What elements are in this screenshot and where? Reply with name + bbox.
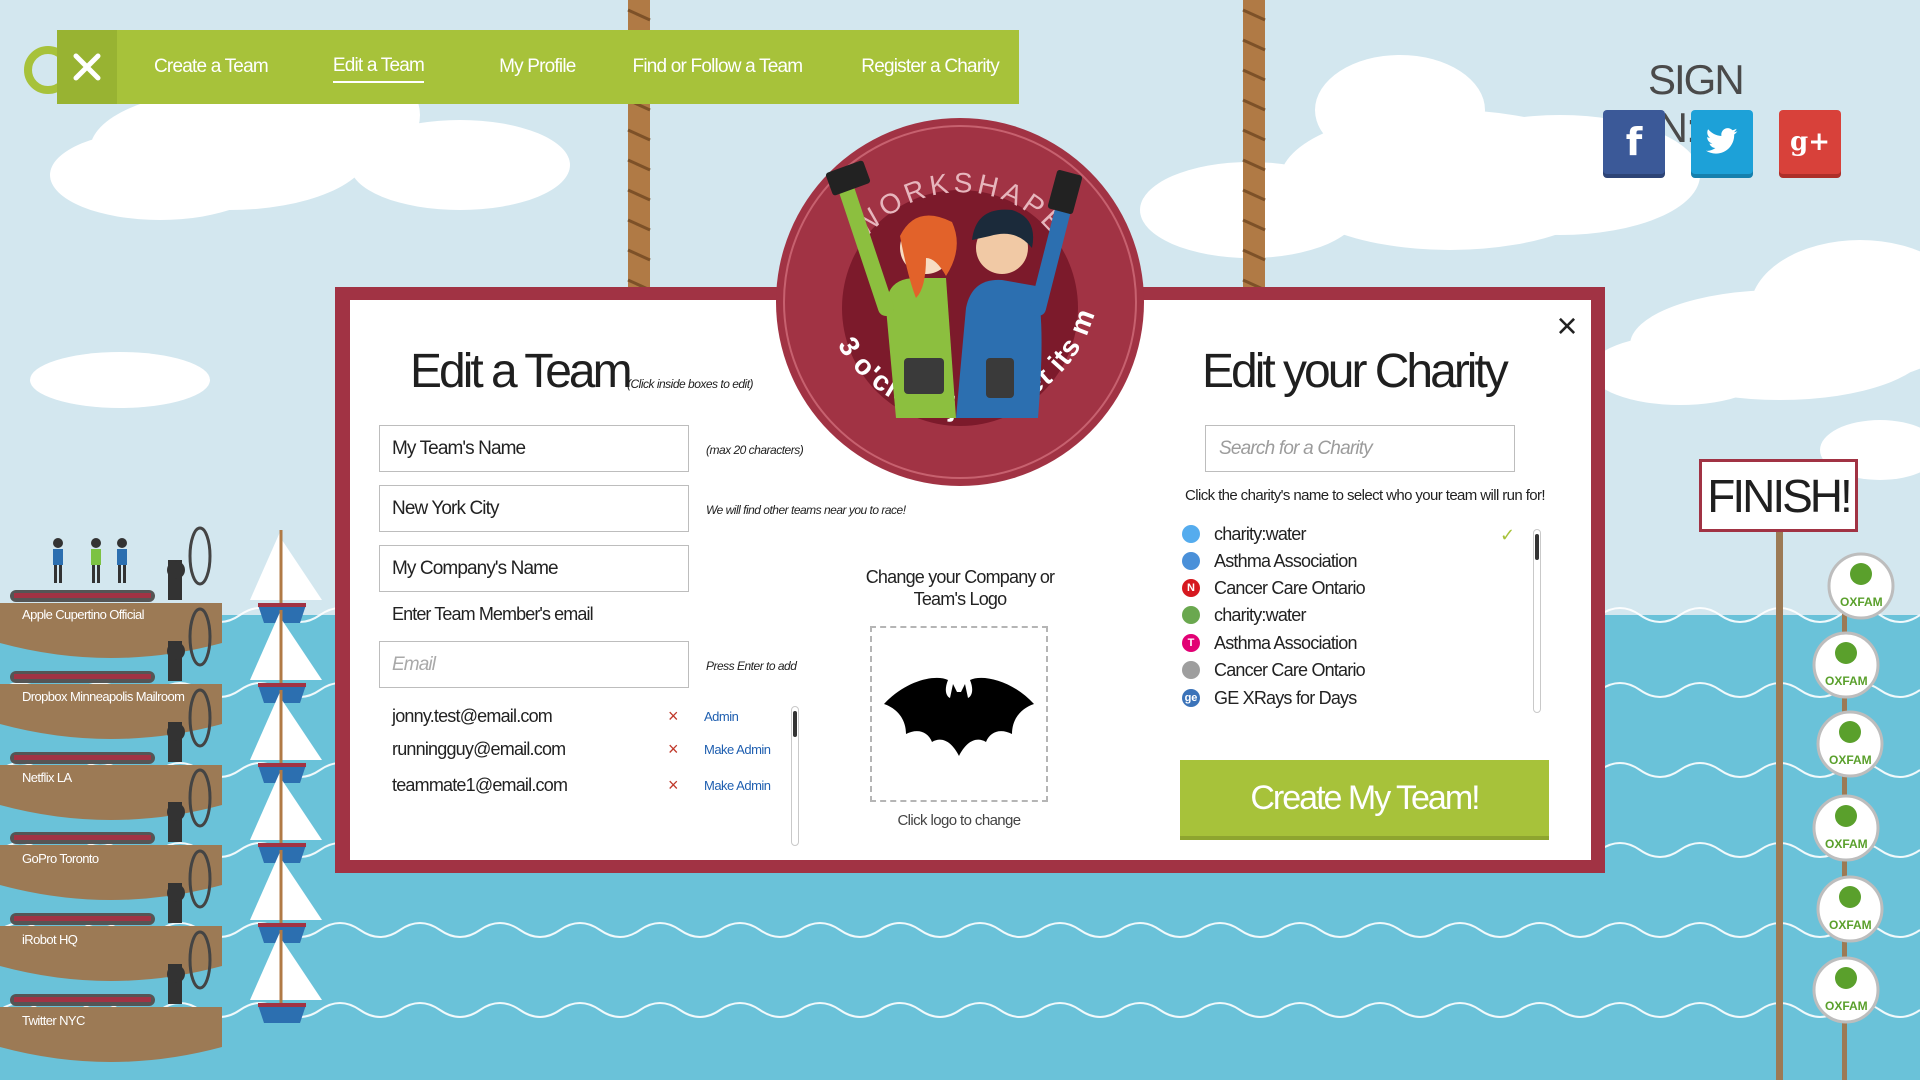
charity-instructions: Click the charity's name to select who y… <box>1185 487 1546 504</box>
member-email: jonny.test@email.com <box>392 706 553 726</box>
charity-name: Cancer Care Ontario <box>1214 659 1366 680</box>
members-scrollbar[interactable] <box>791 706 799 846</box>
edit-team-heading: Edit a Team <box>410 345 633 398</box>
ge-icon: ge <box>1182 689 1200 707</box>
selected-check-icon: ✓ <box>1500 525 1516 545</box>
oxfam-label: OXFAM <box>1829 753 1872 767</box>
charity-scrollbar-thumb[interactable] <box>1535 534 1539 560</box>
charity-name: GE XRays for Days <box>1214 687 1357 708</box>
nav-register-charity[interactable]: Register a Charity <box>861 52 999 82</box>
team-city-input[interactable]: New York City <box>379 485 689 532</box>
twitter-signin-button[interactable] <box>1691 110 1753 174</box>
team-name-hint: (max 20 characters) <box>706 443 804 457</box>
dropbox-icon <box>1182 552 1200 570</box>
oxfam-label: OXFAM <box>1825 999 1868 1013</box>
nav-edit-team[interactable]: Edit a Team <box>332 51 425 83</box>
nav-find-follow-team[interactable]: Find or Follow a Team <box>633 52 804 82</box>
member-email: teammate1@email.com <box>392 775 568 795</box>
nav-close-button[interactable] <box>57 30 117 104</box>
facebook-icon: f <box>1625 120 1643 164</box>
team-logo-upload[interactable] <box>870 626 1048 802</box>
edit-team-title: Edit a Team <box>410 344 633 399</box>
team-label-dropbox[interactable]: Dropbox Minneapolis Mailroom <box>22 689 185 704</box>
close-icon <box>73 53 101 81</box>
company-name-input[interactable]: My Company's Name <box>379 545 689 592</box>
team-members-label: Enter Team Member's email <box>392 604 594 624</box>
edit-charity-title: Edit your Charity <box>1202 345 1509 398</box>
fitbit-icon <box>1182 606 1200 624</box>
create-my-team-button[interactable]: Create My Team! <box>1180 760 1549 836</box>
oxfam-label: OXFAM <box>1829 918 1872 932</box>
google-plus-signin-button[interactable]: g+ <box>1779 110 1841 174</box>
member-email-hint: Press Enter to add <box>706 659 797 673</box>
charity-name: charity:water <box>1214 523 1306 544</box>
remove-member-button[interactable]: × <box>668 775 679 796</box>
member-email: runningguy@email.com <box>392 739 566 759</box>
modal-close-button[interactable]: × <box>1550 306 1584 346</box>
facebook-signin-button[interactable]: f <box>1603 110 1665 174</box>
logo-change-title: Change your Company or Team's Logo <box>865 567 1055 609</box>
charity-item[interactable]: N Cancer Care Ontario <box>1182 575 1542 601</box>
nav-create-team[interactable]: Create a Team <box>154 52 269 82</box>
charity-search-input[interactable]: Search for a Charity <box>1205 425 1515 472</box>
oxfam-label: OXFAM <box>1840 595 1883 609</box>
team-label-netflix[interactable]: Netflix LA <box>22 770 72 785</box>
team-name-input[interactable]: My Team's Name <box>379 425 689 472</box>
twitter-icon <box>1705 128 1738 154</box>
batman-logo-icon <box>884 677 1034 756</box>
team-label-twitter[interactable]: Twitter NYC <box>22 1013 85 1028</box>
edit-team-title-hint: (Click inside boxes to edit) <box>627 377 754 391</box>
remove-member-button[interactable]: × <box>668 706 679 727</box>
charity-name: Cancer Care Ontario <box>1214 577 1366 598</box>
charity-item[interactable]: Asthma Association <box>1182 548 1542 574</box>
top-navigation: Create a Team Edit a Team My Profile Fin… <box>57 30 1019 104</box>
google-plus-icon: g+ <box>1790 127 1830 157</box>
logo-change-caption: Click logo to change <box>897 812 1021 829</box>
team-city-hint: We will find other teams near you to rac… <box>706 503 906 517</box>
generic-icon <box>1182 661 1200 679</box>
oxfam-label: OXFAM <box>1825 674 1868 688</box>
members-scrollbar-thumb[interactable] <box>793 711 797 737</box>
nav-my-profile[interactable]: My Profile <box>499 52 576 82</box>
charity-name: Asthma Association <box>1214 632 1357 653</box>
charity-item[interactable]: ge GE XRays for Days <box>1182 685 1542 711</box>
workshape-badge-logo: WORKSHAPE 3 o'clock just met its match <box>776 118 1144 486</box>
charity-name: Asthma Association <box>1214 550 1357 571</box>
charity-list-scrollbar[interactable] <box>1533 529 1541 713</box>
charity-item[interactable]: T Asthma Association <box>1182 630 1542 656</box>
remove-member-button[interactable]: × <box>668 739 679 760</box>
charity-item[interactable]: Cancer Care Ontario <box>1182 657 1542 683</box>
charity-item[interactable]: charity:water <box>1182 521 1542 547</box>
team-label-apple[interactable]: Apple Cupertino Official <box>22 607 145 622</box>
finish-sign: FINISH! <box>1699 459 1858 532</box>
team-label-gopro[interactable]: GoPro Toronto <box>22 851 99 866</box>
oxfam-label: OXFAM <box>1825 837 1868 851</box>
charity-item[interactable]: charity:water <box>1182 602 1542 628</box>
twitter-icon <box>1182 525 1200 543</box>
make-admin-button[interactable]: Make Admin <box>704 778 771 793</box>
tmobile-icon: T <box>1182 634 1200 652</box>
make-admin-button[interactable]: Make Admin <box>704 742 771 757</box>
netflix-icon: N <box>1182 579 1200 597</box>
member-admin-label[interactable]: Admin <box>704 709 739 724</box>
team-label-irobot[interactable]: iRobot HQ <box>22 932 78 947</box>
member-email-input[interactable]: Email <box>379 641 689 688</box>
charity-name: charity:water <box>1214 604 1306 625</box>
